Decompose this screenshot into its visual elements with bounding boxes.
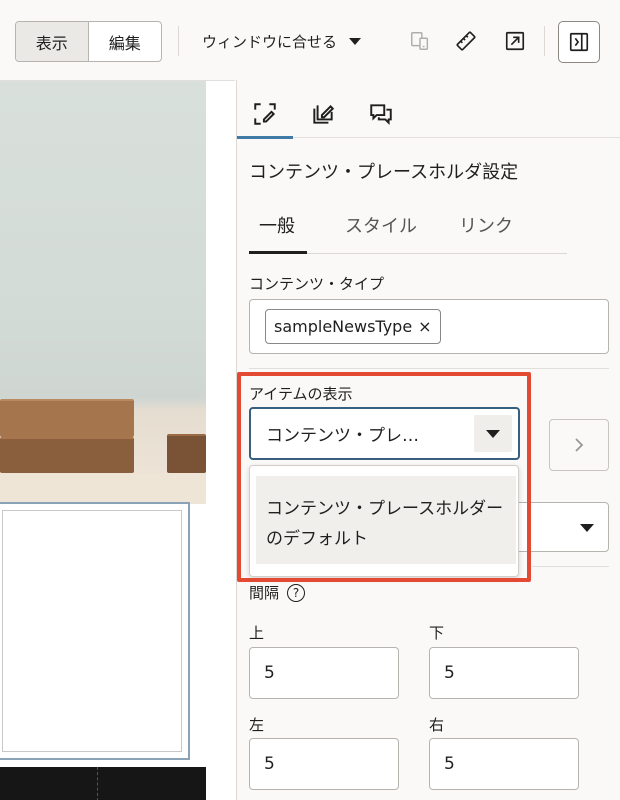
hero-image bbox=[0, 81, 206, 504]
panel-title: コンテンツ・プレースホルダ設定 bbox=[249, 162, 519, 183]
secondary-select[interactable] bbox=[515, 502, 609, 552]
dark-footer-strip bbox=[0, 767, 206, 800]
help-icon[interactable]: ? bbox=[287, 583, 306, 602]
spacing-label: 間隔 ? bbox=[249, 582, 306, 603]
spacing-left-input[interactable]: 5 bbox=[249, 738, 399, 790]
device-preview-icon[interactable] bbox=[407, 28, 433, 54]
toolbar-divider bbox=[178, 26, 179, 56]
panel-toggle-icon bbox=[569, 32, 589, 52]
wood-block bbox=[167, 434, 206, 473]
item-display-select[interactable]: コンテンツ・プレ… bbox=[249, 407, 520, 460]
spacing-bottom-input[interactable]: 5 bbox=[429, 647, 579, 699]
edit-button[interactable]: 編集 bbox=[89, 22, 162, 61]
item-display-dropdown: コンテンツ・プレースホルダーのデフォルト bbox=[249, 465, 519, 577]
table-surface bbox=[0, 473, 206, 504]
right-label: 右 bbox=[429, 716, 445, 734]
spacing-label-text: 間隔 bbox=[249, 584, 280, 602]
divider bbox=[249, 368, 609, 369]
page-canvas bbox=[0, 80, 235, 800]
edit-icon bbox=[313, 105, 335, 124]
panel-toggle-button[interactable] bbox=[558, 21, 600, 63]
toolbar: 表示 編集 ウィンドウに合せる bbox=[0, 0, 620, 80]
close-icon[interactable]: × bbox=[418, 317, 431, 336]
content-placeholder-inner bbox=[2, 510, 182, 752]
ruler-icon[interactable] bbox=[453, 28, 479, 54]
caret-down-icon bbox=[580, 524, 594, 532]
tab-general[interactable]: 一般 bbox=[249, 212, 307, 254]
toolbar-divider bbox=[544, 26, 545, 56]
item-display-label: アイテムの表示 bbox=[249, 385, 353, 403]
caret-down-icon bbox=[349, 37, 362, 45]
left-label: 左 bbox=[249, 716, 265, 734]
settings-subtabs: 一般 スタイル リンク bbox=[249, 210, 567, 254]
tab-style[interactable]: スタイル bbox=[345, 212, 417, 254]
dropdown-option[interactable]: コンテンツ・プレースホルダーのデフォルト bbox=[256, 476, 516, 564]
divider bbox=[532, 566, 609, 567]
panel-icon-tabs bbox=[237, 80, 620, 139]
spacing-right-input[interactable]: 5 bbox=[429, 738, 579, 790]
bottom-label: 下 bbox=[429, 624, 445, 642]
tab-link[interactable]: リンク bbox=[459, 212, 513, 254]
chip-label: sampleNewsType bbox=[274, 317, 413, 336]
view-edit-toggle: 表示 編集 bbox=[15, 21, 162, 62]
chevron-right-icon bbox=[575, 438, 584, 452]
spacing-top-input[interactable]: 5 bbox=[249, 647, 399, 699]
tab-edit[interactable] bbox=[295, 90, 351, 138]
open-new-icon[interactable] bbox=[502, 28, 528, 54]
tab-content-settings[interactable] bbox=[237, 90, 293, 139]
next-button[interactable] bbox=[549, 419, 609, 471]
content-settings-icon bbox=[254, 103, 276, 125]
comments-icon bbox=[370, 104, 392, 126]
fit-window-label: ウィンドウに合せる bbox=[202, 32, 338, 51]
chevron-down-icon[interactable] bbox=[474, 415, 512, 452]
divider bbox=[97, 767, 98, 800]
item-display-value: コンテンツ・プレ… bbox=[266, 426, 419, 446]
view-button[interactable]: 表示 bbox=[16, 22, 89, 61]
settings-panel: コンテンツ・プレースホルダ設定 一般 スタイル リンク コンテンツ・タイプ sa… bbox=[236, 80, 620, 800]
content-placeholder-frame[interactable] bbox=[0, 502, 190, 760]
tab-comments[interactable] bbox=[353, 90, 409, 138]
wood-block bbox=[0, 399, 134, 437]
content-type-input[interactable]: sampleNewsType × bbox=[249, 299, 609, 354]
content-type-label: コンテンツ・タイプ bbox=[249, 275, 385, 293]
content-type-chip: sampleNewsType × bbox=[265, 309, 441, 344]
wood-block bbox=[0, 437, 134, 473]
top-label: 上 bbox=[249, 624, 265, 642]
fit-window-dropdown[interactable]: ウィンドウに合せる bbox=[202, 28, 362, 54]
